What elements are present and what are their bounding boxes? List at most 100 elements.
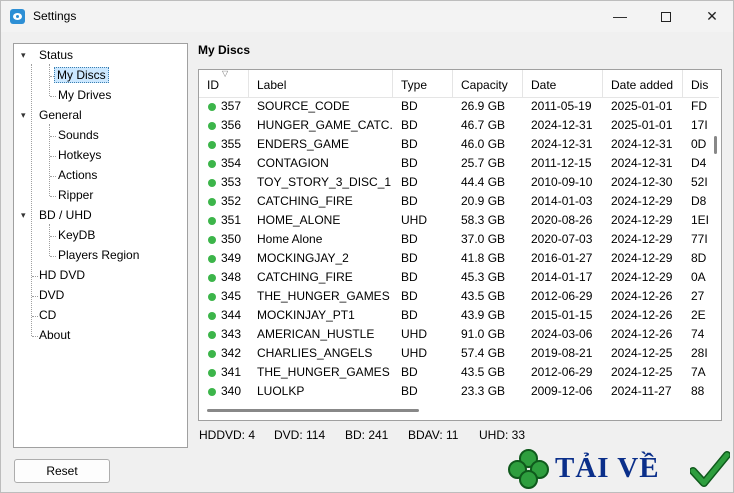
section-title: My Discs	[198, 43, 251, 57]
cell-date-added: 2024-12-29	[611, 194, 673, 208]
collapse-status-icon[interactable]: ▾	[21, 50, 31, 60]
cell-capacity: 25.7 GB	[461, 156, 506, 170]
cell-id: 343	[221, 327, 242, 341]
cell-type: UHD	[401, 346, 427, 360]
tree-item-keydb[interactable]: KeyDB	[55, 226, 98, 244]
cell-date: 2011-12-15	[531, 156, 592, 170]
tree-item-general[interactable]: General	[36, 106, 85, 124]
column-header-date-added[interactable]: Date added	[603, 70, 683, 98]
stat-bdav: BDAV: 11	[408, 428, 459, 442]
table-row[interactable]: 341 THE_HUNGER_GAMES BD 43.5 GB 2012-06-29 20…	[199, 363, 706, 382]
tree-item-dvd[interactable]: DVD	[36, 286, 67, 304]
cell-type: BD	[401, 384, 418, 398]
column-header-id[interactable]: ID ▽	[199, 70, 249, 98]
cell-id: 351	[221, 213, 242, 227]
checkmark-icon	[690, 451, 730, 487]
tree-item-actions[interactable]: Actions	[55, 166, 100, 184]
vertical-scrollbar[interactable]	[714, 136, 717, 154]
tree-item-about[interactable]: About	[36, 326, 73, 344]
cell-label: CATCHING_FIRE	[257, 270, 353, 284]
cell-disc: D8	[691, 194, 707, 208]
column-header-date[interactable]: Date	[523, 70, 603, 98]
cell-date: 2024-12-31	[531, 118, 593, 132]
cell-capacity: 43.5 GB	[461, 289, 506, 303]
stat-hddvd: HDDVD: 4	[199, 428, 256, 442]
cell-capacity: 57.4 GB	[461, 346, 506, 360]
tree-item-ripper[interactable]: Ripper	[55, 186, 96, 204]
table-row[interactable]: 356 HUNGER_GAME_CATC... BD 46.7 GB 2024-12-3…	[199, 116, 708, 135]
cell-disc: D4	[691, 156, 707, 170]
table-row[interactable]: 344 MOCKINJAY_PT1 BD 43.9 GB 2015-01-15 2024-…	[199, 306, 706, 325]
cell-disc: 8D	[691, 251, 707, 265]
tree-item-bd-uhd[interactable]: BD / UHD	[36, 206, 95, 224]
cell-label: LUOLKP	[257, 384, 305, 398]
column-header-label[interactable]: Label	[249, 70, 393, 98]
cell-disc: 77I	[691, 232, 708, 246]
cell-type: BD	[401, 99, 418, 113]
cell-date-added: 2025-01-01	[611, 99, 673, 113]
title-bar[interactable]: Settings — ✕	[1, 1, 733, 32]
cell-label: CHARLIES_ANGELS	[257, 346, 373, 360]
cell-date-added: 2024-12-29	[611, 213, 673, 227]
cell-date-added: 2024-12-25	[611, 365, 673, 379]
column-header-disc[interactable]: Dis	[683, 70, 721, 98]
tree-item-players-region[interactable]: Players Region	[55, 246, 142, 264]
table-row[interactable]: 349 MOCKINGJAY_2 BD 41.8 GB 2016-01-27 2024-1…	[199, 249, 706, 268]
table-row[interactable]: 357 SOURCE_CODE BD 26.9 GB 2011-05-19 2025-01…	[199, 97, 707, 116]
tree-item-my-discs[interactable]: My Discs	[54, 66, 109, 84]
cell-date-added: 2024-12-29	[611, 232, 673, 246]
close-button[interactable]: ✕	[689, 1, 734, 32]
table-row[interactable]: 351 HOME_ALONE UHD 58.3 GB 2020-08-26 2024-12…	[199, 211, 709, 230]
cell-date-added: 2024-12-26	[611, 289, 673, 303]
table-row[interactable]: 343 AMERICAN_HUSTLE UHD 91.0 GB 2024-03-06 20…	[199, 325, 706, 344]
horizontal-scrollbar[interactable]	[207, 409, 419, 412]
tree-item-status[interactable]: Status	[36, 46, 76, 64]
table-row[interactable]: 352 CATCHING_FIRE BD 20.9 GB 2014-01-03 2024-…	[199, 192, 706, 211]
collapse-general-icon[interactable]: ▾	[21, 110, 31, 120]
stat-dvd: DVD: 114	[274, 428, 326, 442]
cell-capacity: 45.3 GB	[461, 270, 506, 284]
column-header-type[interactable]: Type	[393, 70, 453, 98]
cell-disc: 52I	[691, 175, 708, 189]
tree-item-hotkeys[interactable]: Hotkeys	[55, 146, 104, 164]
table-row[interactable]: 348 CATCHING_FIRE BD 45.3 GB 2014-01-17 2024-…	[199, 268, 706, 287]
collapse-bd-uhd-icon[interactable]: ▾	[21, 210, 31, 220]
tree-item-cd[interactable]: CD	[36, 306, 59, 324]
settings-tree[interactable]: ▾ Status My Discs My Drives ▾ General So…	[13, 43, 188, 448]
cell-id: 354	[221, 156, 242, 170]
column-header-capacity[interactable]: Capacity	[453, 70, 523, 98]
table-row[interactable]: 353 TOY_STORY_3_DISC_1 BD 44.4 GB 2010-09-10…	[199, 173, 708, 192]
table-row[interactable]: 354 CONTAGION BD 25.7 GB 2011-12-15 2024-12-3…	[199, 154, 706, 173]
cell-date: 2014-01-03	[531, 194, 593, 208]
discs-table[interactable]: ID ▽ Label Type Capacity Date Date added …	[198, 69, 722, 421]
cell-label: HUNGER_GAME_CATC...	[257, 118, 393, 132]
table-row[interactable]: 355 ENDERS_GAME BD 46.0 GB 2024-12-31 2024-12…	[199, 135, 706, 154]
cell-type: UHD	[401, 213, 427, 227]
maximize-button[interactable]	[643, 1, 689, 32]
cell-capacity: 58.3 GB	[461, 213, 506, 227]
tree-item-my-drives[interactable]: My Drives	[55, 86, 114, 104]
cell-date: 2010-09-10	[531, 175, 593, 189]
logo-text: TẢI VỀ	[555, 452, 660, 484]
table-row[interactable]: 340 LUOLKP BD 23.3 GB 2009-12-06 2024-11-27 88	[199, 382, 706, 401]
cell-label: CONTAGION	[257, 156, 329, 170]
cell-capacity: 37.0 GB	[461, 232, 506, 246]
reset-button[interactable]: Reset	[14, 459, 110, 483]
cell-capacity: 26.9 GB	[461, 99, 506, 113]
cell-capacity: 46.7 GB	[461, 118, 506, 132]
cell-disc: 1EI	[691, 213, 710, 227]
tree-item-hd-dvd[interactable]: HD DVD	[36, 266, 88, 284]
table-row[interactable]: 350 Home Alone BD 37.0 GB 2020-07-03 2024-12-…	[199, 230, 708, 249]
app-eye-icon	[10, 9, 25, 24]
tree-item-sounds[interactable]: Sounds	[55, 126, 102, 144]
cell-date-added: 2025-01-01	[611, 118, 673, 132]
cell-type: BD	[401, 289, 418, 303]
cell-type: BD	[401, 156, 418, 170]
cell-id: 349	[221, 251, 242, 265]
table-row[interactable]: 342 CHARLIES_ANGELS UHD 57.4 GB 2019-08-21 20…	[199, 344, 708, 363]
cell-date: 2016-01-27	[531, 251, 593, 265]
cell-id: 344	[221, 308, 242, 322]
table-row[interactable]: 345 THE_HUNGER_GAMES BD 43.5 GB 2012-06-29 20…	[199, 287, 706, 306]
minimize-button[interactable]: —	[597, 1, 643, 32]
cell-disc: 0A	[691, 270, 706, 284]
